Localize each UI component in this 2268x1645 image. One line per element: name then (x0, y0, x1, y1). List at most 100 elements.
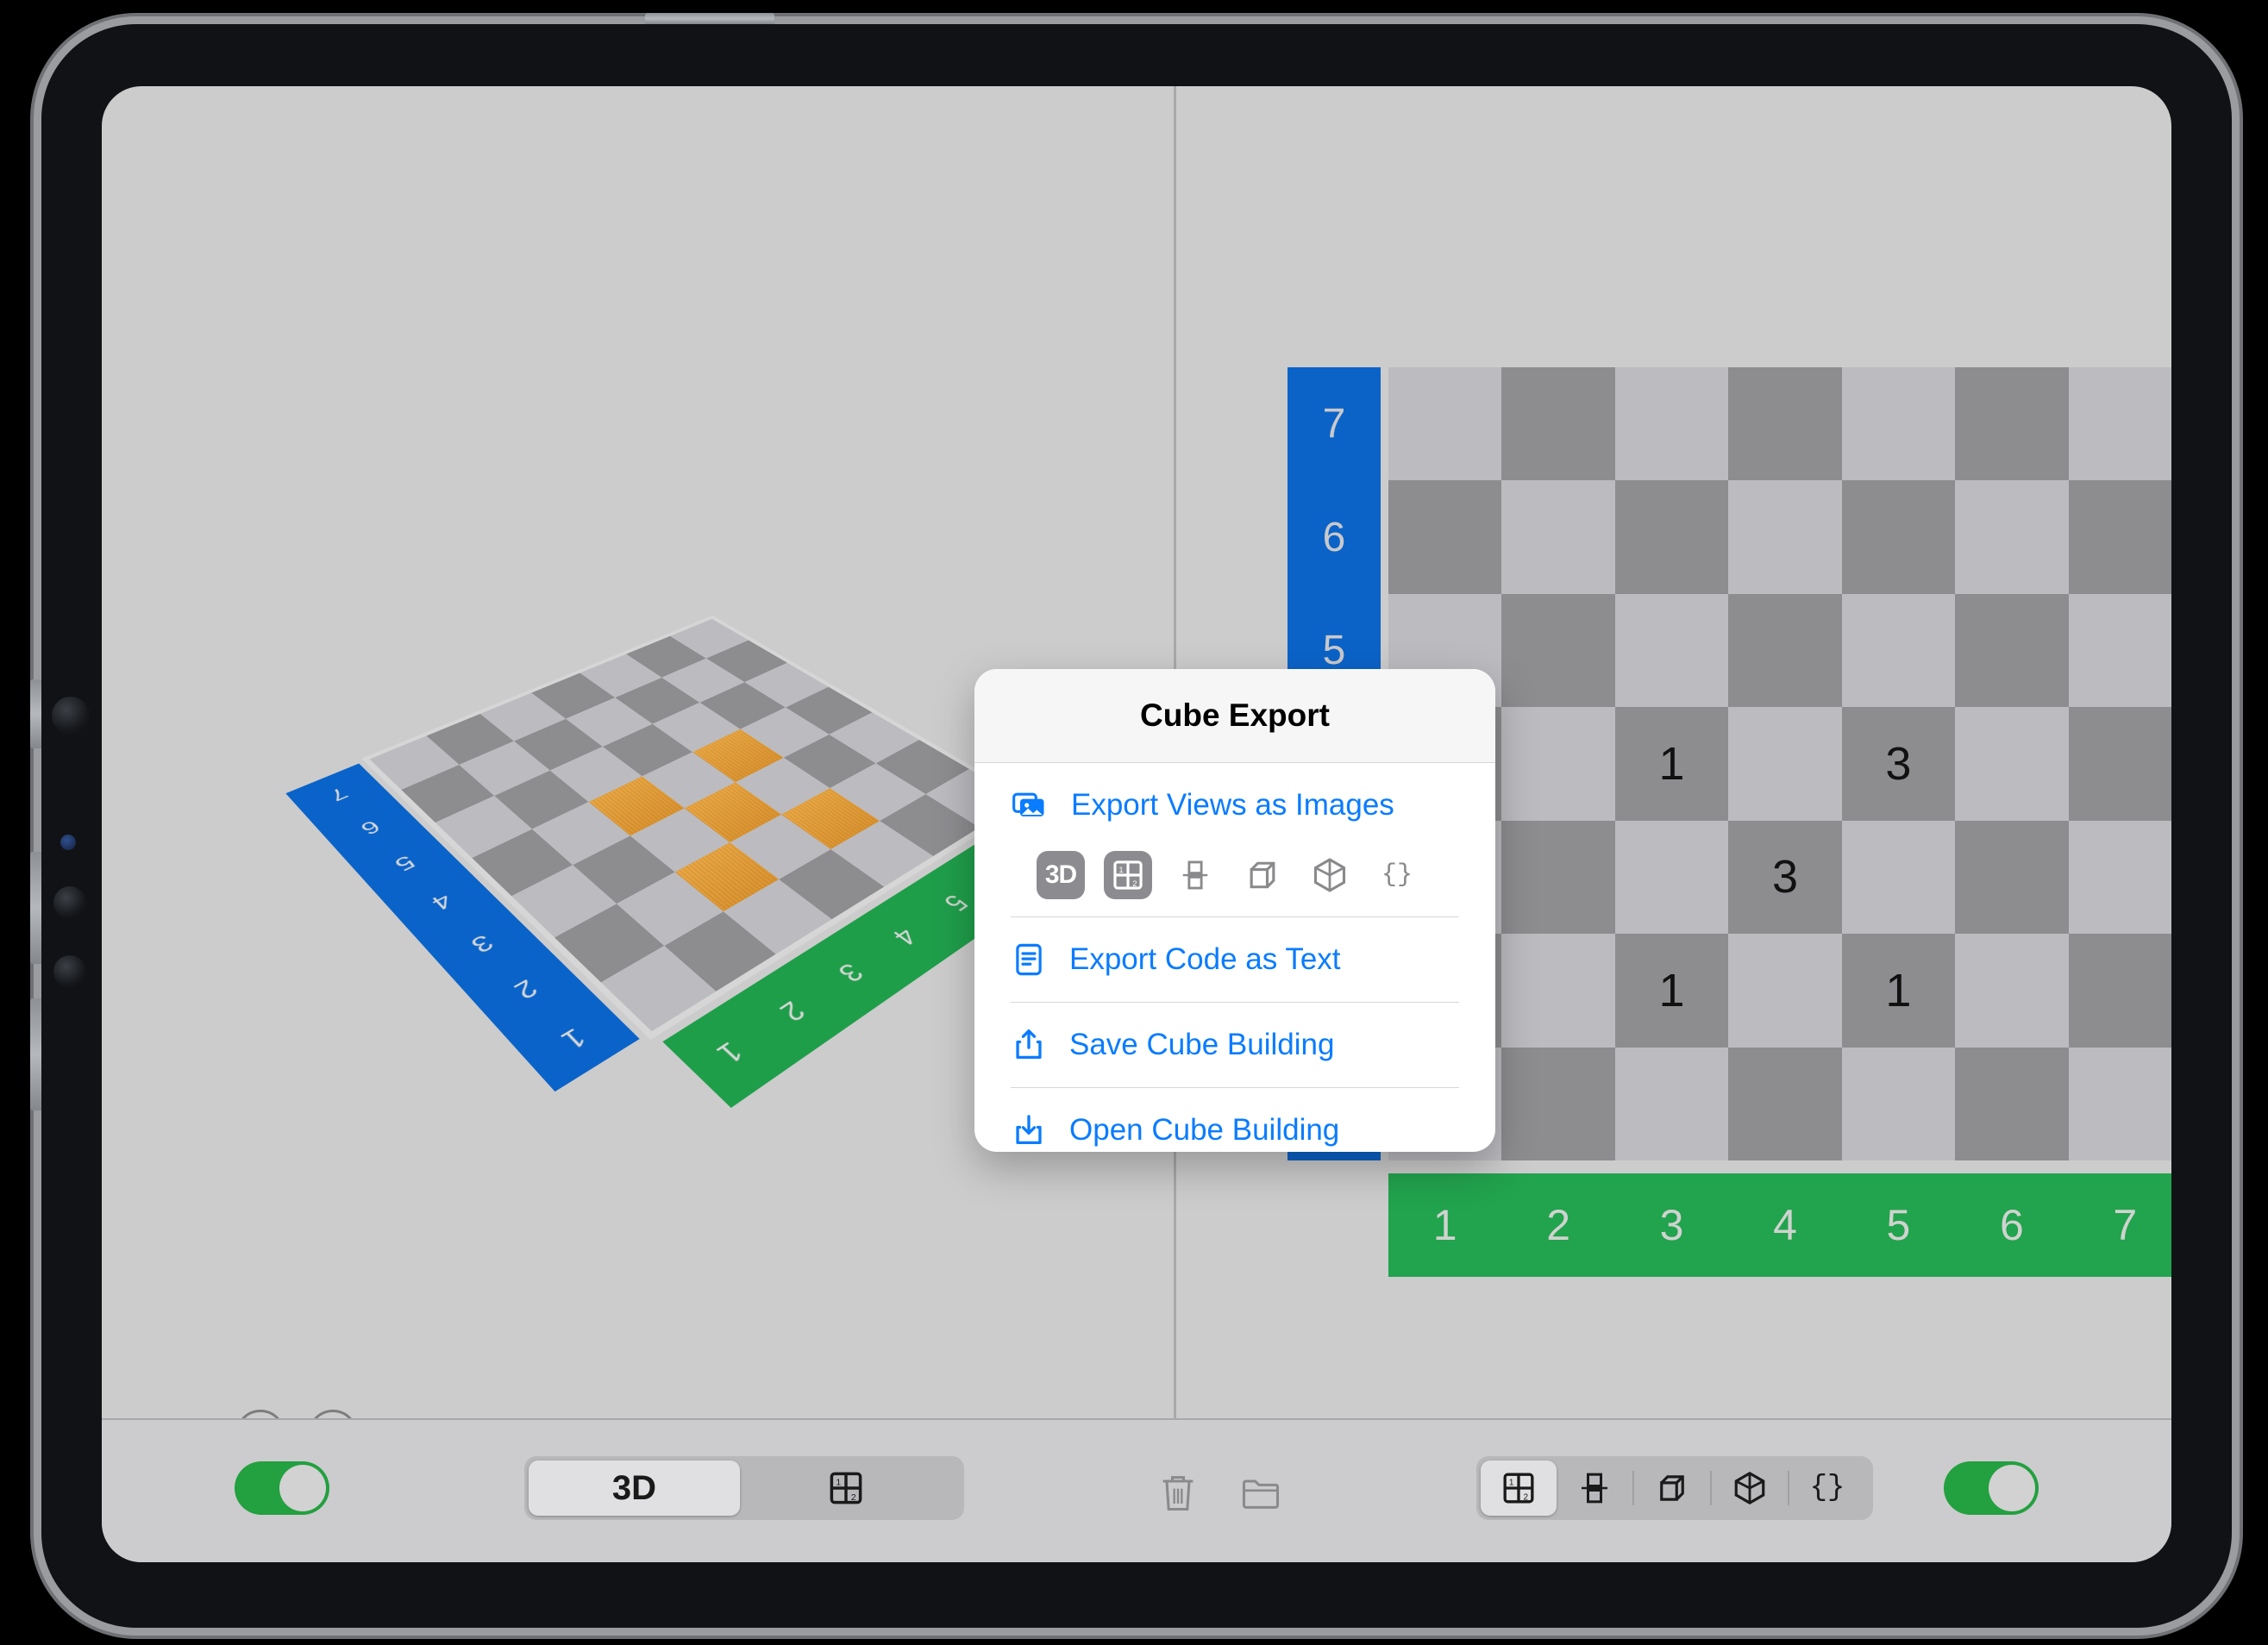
segment-grid[interactable]: 1 2 (740, 1460, 951, 1516)
grid-cell[interactable] (1955, 707, 2069, 821)
grid-cell[interactable] (2068, 1047, 2171, 1160)
dialog-view-icon-row[interactable]: 3D 1 2 {} (974, 848, 1495, 916)
three-d-row-axis-label: 1 (554, 1023, 592, 1055)
svg-text:2: 2 (850, 1492, 855, 1503)
dialog-item-label: Save Cube Building (1069, 1028, 1335, 1061)
grid-cell[interactable] (1614, 480, 1729, 594)
grid-cell[interactable]: 1 (1614, 934, 1729, 1048)
grid-cell[interactable] (1501, 1047, 1615, 1160)
dialog-item-label: Export Code as Text (1069, 942, 1341, 976)
cube-export-dialog[interactable]: Cube Export Export Views as Images 3D 1 … (974, 669, 1495, 1152)
grid-cell[interactable] (1955, 1047, 2069, 1160)
grid-col-axis: 1 2 3 4 5 6 7 (1388, 1173, 2171, 1277)
dialog-icon-braces[interactable]: {} (1373, 851, 1421, 899)
three-d-row-axis-label: 5 (389, 851, 420, 875)
grid-cell[interactable] (1955, 593, 2069, 708)
segment-stacked-squares[interactable] (1557, 1460, 1632, 1516)
three-d-scene[interactable]: 7654321 1234567 (188, 422, 1106, 1164)
svg-text:1: 1 (1118, 866, 1123, 875)
dialog-icon-isometric-cube[interactable] (1306, 851, 1354, 899)
isometric-cube-icon (1313, 858, 1346, 892)
grid-cell[interactable] (1728, 707, 1842, 821)
grid-cell[interactable] (1501, 367, 1615, 481)
dialog-icon-quad-grid[interactable]: 1 2 (1104, 851, 1152, 899)
dialog-item-export-code[interactable]: Export Code as Text (974, 917, 1495, 1002)
grid-cell[interactable] (1841, 1047, 1956, 1160)
grid-cell[interactable] (1614, 1047, 1729, 1160)
dialog-item-label: Export Views as Images (1071, 788, 1394, 822)
right-view-segmented-control[interactable]: 1 2 {} (1476, 1456, 1873, 1520)
grid-cell[interactable] (1841, 593, 1956, 708)
grid-cell[interactable] (1388, 367, 1502, 481)
grid-col-axis-label: 4 (1773, 1201, 1797, 1249)
grid-col-axis-label: 6 (1999, 1201, 2024, 1249)
grid-cell[interactable] (2068, 707, 2171, 821)
app-screen: 7654321 1234567 i 7654321 13311 123456 (102, 86, 2171, 1562)
left-view-toggle[interactable] (235, 1461, 329, 1515)
grid-cell[interactable] (1501, 593, 1615, 708)
grid-cell[interactable] (1614, 820, 1729, 935)
grid-col-axis-label: 7 (2113, 1201, 2138, 1249)
dialog-icon-cube[interactable] (1238, 851, 1287, 899)
grid-cell[interactable] (1728, 593, 1842, 708)
segment-quad-grid[interactable]: 1 2 (1481, 1460, 1557, 1516)
folder-icon[interactable] (1238, 1470, 1283, 1515)
left-view-segmented-control[interactable]: 3D 1 2 (524, 1456, 964, 1520)
grid-row-axis-label: 7 (1322, 401, 1346, 447)
grid-cell[interactable] (1614, 367, 1729, 481)
grid-cell[interactable] (1501, 480, 1615, 594)
grid-cell[interactable] (2068, 367, 2171, 481)
grid-cell[interactable] (1955, 367, 2069, 481)
dialog-item-open[interactable]: Open Cube Building (974, 1088, 1495, 1152)
volume-up-button[interactable] (30, 852, 41, 964)
grid-cell[interactable] (1501, 934, 1615, 1048)
side-button[interactable] (30, 679, 41, 748)
grid-cell[interactable] (1728, 1047, 1842, 1160)
grid-cell[interactable] (1955, 934, 2069, 1048)
power-button[interactable] (645, 13, 774, 24)
grid-cell[interactable] (2068, 934, 2171, 1048)
grid-cell[interactable] (1614, 593, 1729, 708)
grid-cell[interactable] (2068, 593, 2171, 708)
grid-cell[interactable] (1728, 934, 1842, 1048)
grid-cell[interactable]: 1 (1841, 934, 1956, 1048)
camera-lens-icon (52, 697, 90, 735)
grid-cell[interactable] (1728, 480, 1842, 594)
bottom-toolbar: 3D 1 2 1 2 {} (102, 1418, 2171, 1562)
toolbar-mid-icons[interactable] (1156, 1470, 1283, 1515)
grid-col-axis-label: 5 (1886, 1201, 1911, 1249)
grid-cell[interactable] (1955, 820, 2069, 935)
dialog-icon-stacked-squares[interactable] (1171, 851, 1219, 899)
right-view-toggle[interactable] (1944, 1461, 2039, 1515)
grid-cell[interactable] (1841, 480, 1956, 594)
grid-cell[interactable] (1955, 480, 2069, 594)
segment-3d-label: 3D (611, 1468, 657, 1507)
grid-cell[interactable]: 3 (1841, 707, 1956, 821)
dialog-item-save[interactable]: Save Cube Building (974, 1003, 1495, 1087)
svg-text:1: 1 (1509, 1479, 1514, 1488)
grid-cell[interactable]: 3 (1728, 820, 1842, 935)
grid-cell[interactable] (1841, 820, 1956, 935)
grid-cell[interactable] (1501, 707, 1615, 821)
grid-cell[interactable] (1728, 367, 1842, 481)
trash-icon[interactable] (1156, 1470, 1200, 1515)
dialog-icon-3d[interactable]: 3D (1037, 851, 1085, 899)
segment-isometric-cube[interactable] (1712, 1460, 1788, 1516)
dialog-item-export-views[interactable]: Export Views as Images (974, 763, 1495, 848)
grid-cell[interactable] (1501, 820, 1615, 935)
grid-cell[interactable] (2068, 480, 2171, 594)
three-d-col-axis-label: 4 (886, 923, 924, 950)
volume-down-button[interactable] (30, 998, 41, 1110)
grid-cell[interactable]: 1 (1614, 707, 1729, 821)
grid-board[interactable]: 13311 (1388, 367, 2171, 1160)
grid-cell[interactable] (2068, 820, 2171, 935)
segment-3d[interactable]: 3D (529, 1460, 740, 1516)
three-d-row-axis-label: 3 (465, 929, 499, 958)
quad-grid-icon: 1 2 (1113, 860, 1143, 890)
grid-cell[interactable] (1841, 367, 1956, 481)
three-d-col-axis-label: 1 (709, 1035, 749, 1069)
grid-cell[interactable] (1388, 480, 1502, 594)
segment-cube[interactable] (1634, 1460, 1710, 1516)
stacked-squares-icon (1182, 860, 1208, 890)
segment-braces[interactable]: {} (1789, 1460, 1865, 1516)
